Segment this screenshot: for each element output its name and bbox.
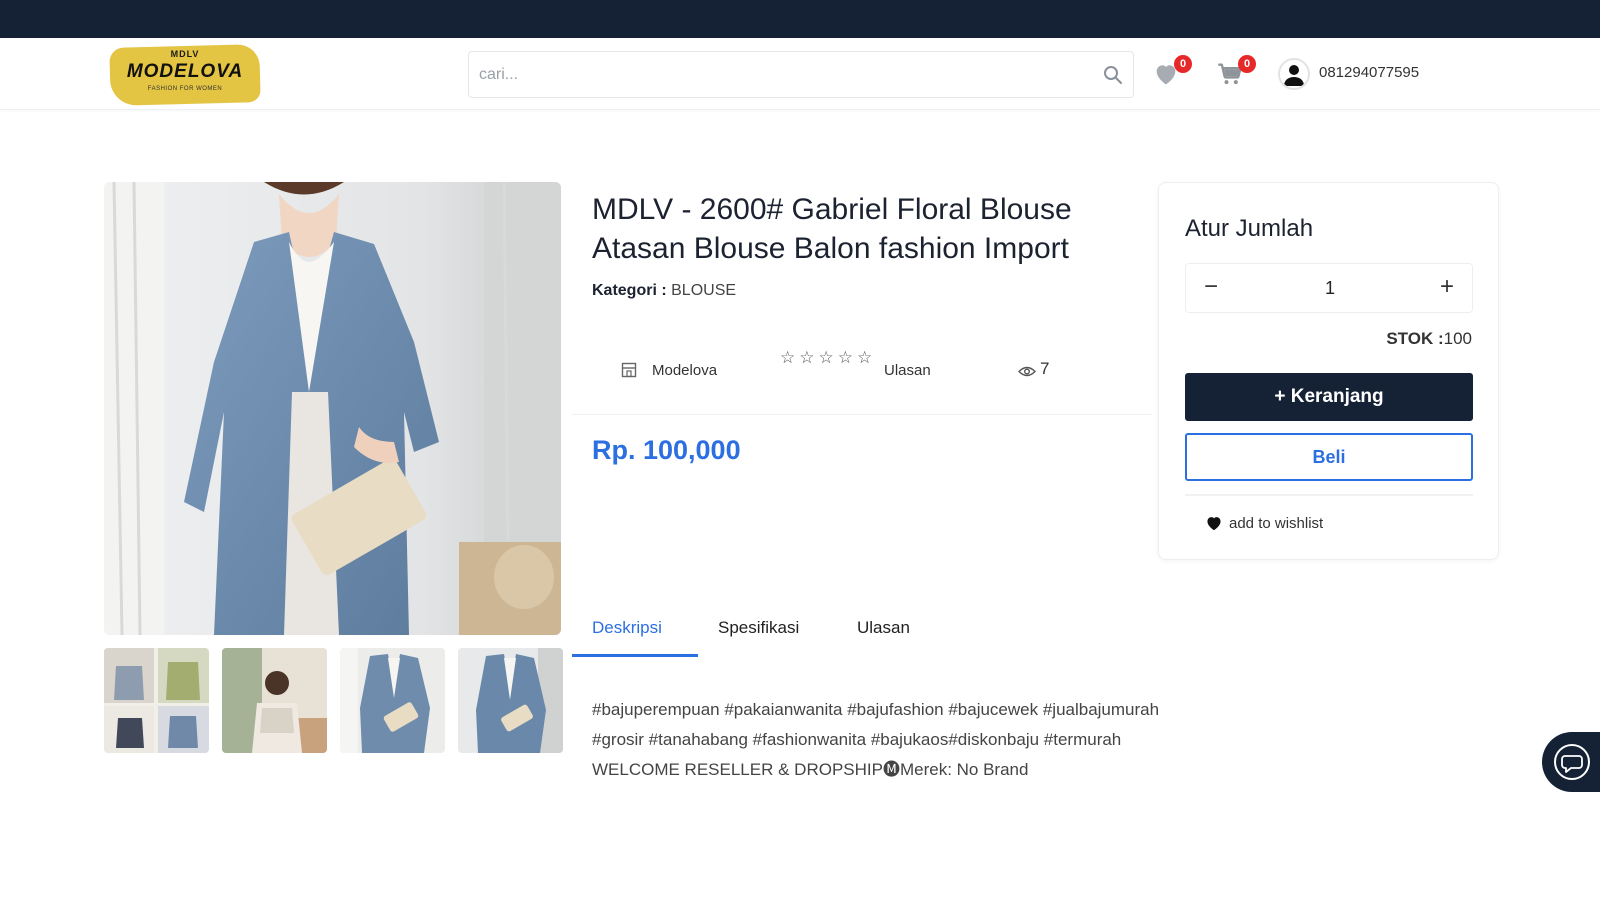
thumbnail-1[interactable]	[104, 648, 209, 753]
logo-tagline: FASHION FOR WOMEN	[147, 86, 223, 92]
panel-divider	[1185, 494, 1473, 496]
panel-title: Atur Jumlah	[1185, 215, 1314, 242]
category-row: Kategori : BLOUSE	[592, 282, 736, 300]
heart-icon	[1207, 517, 1221, 531]
reviews-label: Ulasan	[884, 362, 931, 379]
search-input[interactable]	[479, 52, 1079, 97]
user-avatar-icon[interactable]	[1278, 58, 1310, 90]
buy-button[interactable]: Beli	[1185, 433, 1473, 481]
view-count: 7	[1040, 359, 1050, 378]
rating-stars: ☆☆☆☆☆	[780, 348, 877, 367]
product-meta-row: Modelova ☆☆☆☆☆ Ulasan 7	[572, 335, 1152, 415]
product-title: MDLV - 2600# Gabriel Floral Blouse Atasa…	[592, 193, 1072, 265]
site-logo[interactable]: MDLV MODELOVA FASHION FOR WOMEN	[109, 44, 261, 106]
category-value[interactable]: BLOUSE	[671, 282, 736, 299]
stock-value: 100	[1443, 329, 1472, 348]
logo-small-text: MDLV	[170, 49, 200, 59]
increase-quantity-button[interactable]: +	[1422, 264, 1472, 312]
category-label: Kategori :	[592, 282, 667, 299]
tab-ulasan[interactable]: Ulasan	[857, 618, 910, 638]
search-icon[interactable]	[1103, 65, 1123, 85]
tab-spesifikasi[interactable]: Spesifikasi	[718, 618, 799, 638]
thumbnail-2[interactable]	[222, 648, 327, 753]
eye-icon	[1018, 366, 1036, 377]
wishlist-badge: 0	[1174, 55, 1192, 73]
decrease-quantity-button[interactable]: −	[1186, 264, 1236, 312]
chat-icon	[1554, 744, 1590, 780]
wishlist-label: add to wishlist	[1229, 515, 1324, 532]
tab-deskripsi[interactable]: Deskripsi	[592, 618, 662, 638]
quantity-input[interactable]	[1236, 264, 1424, 312]
store-name[interactable]: Modelova	[652, 362, 717, 379]
user-phone[interactable]: 081294077595	[1319, 64, 1419, 81]
active-tab-indicator	[572, 654, 698, 657]
top-bar	[0, 0, 1600, 38]
product-description: #bajuperempuan #pakaianwanita #bajufashi…	[592, 700, 1160, 779]
purchase-panel: Atur Jumlah − + STOK :100 + Keranjang Be…	[1158, 182, 1499, 560]
chat-button[interactable]	[1542, 732, 1600, 792]
thumbnail-3[interactable]	[340, 648, 445, 753]
logo-main-text: MODELOVA	[126, 61, 244, 82]
product-main-image	[104, 182, 561, 635]
product-price: Rp. 100,000	[592, 435, 741, 465]
store-icon	[621, 362, 637, 378]
quantity-stepper: − +	[1185, 263, 1473, 313]
product-tabs: Deskripsi Spesifikasi Ulasan	[572, 610, 1152, 658]
search-bar	[468, 51, 1134, 98]
add-to-cart-button[interactable]: + Keranjang	[1185, 373, 1473, 421]
stock-label: STOK :	[1386, 329, 1444, 348]
cart-badge: 0	[1238, 55, 1256, 73]
thumbnail-4[interactable]	[458, 648, 563, 753]
stock-info: STOK :100	[1386, 329, 1472, 349]
